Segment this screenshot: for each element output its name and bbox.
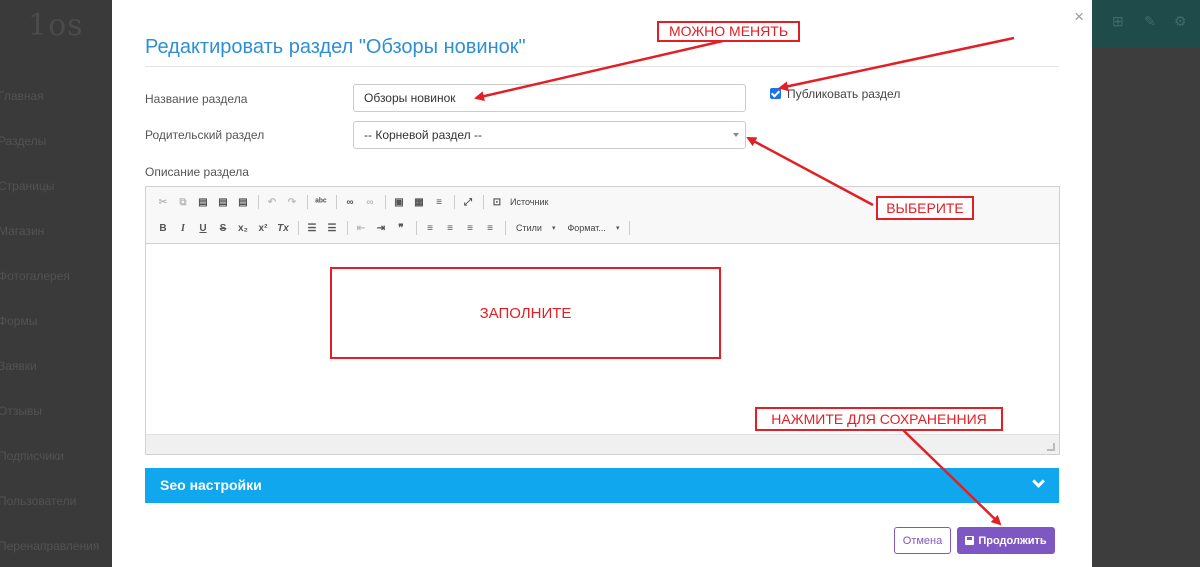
subscript-icon[interactable]: x₂ [234, 219, 252, 237]
indent-icon[interactable]: ⇥ [372, 219, 390, 237]
align-justify-icon[interactable]: ≡ [481, 219, 499, 237]
save-icon [965, 536, 975, 545]
copy-icon[interactable]: ⧉ [174, 193, 192, 211]
paste-text-icon[interactable]: ▤ [214, 193, 232, 211]
toolbar-separator [258, 195, 259, 209]
remove-format-icon[interactable]: Tx [274, 219, 292, 237]
format-dropdown-label: Формат... [567, 223, 606, 233]
blockquote-icon[interactable]: ❞ [392, 219, 410, 237]
annotation-choose: ВЫБЕРИТЕ [876, 196, 974, 220]
background-logo: 1os [28, 8, 84, 43]
link-icon[interactable]: ∞ [341, 193, 359, 211]
description-label: Описание раздела [145, 165, 249, 179]
toolbar-separator [336, 195, 337, 209]
cut-icon[interactable]: ✂ [154, 193, 172, 211]
chevron-down-icon: ▾ [551, 225, 556, 232]
underline-icon[interactable]: U [194, 219, 212, 237]
background-topbar: ⊞ ✎ ⚙ [1092, 0, 1200, 48]
chevron-down-icon: ▾ [615, 225, 620, 232]
maximize-icon[interactable]: ⤢ [459, 193, 477, 211]
chevron-down-icon [1032, 475, 1045, 488]
editor-statusbar [146, 434, 1059, 454]
background-menu-item: Отзывы [0, 404, 42, 418]
toolbar-separator [298, 221, 299, 235]
toolbar-separator [629, 221, 631, 235]
resize-grip-icon[interactable] [1047, 443, 1055, 451]
spellcheck-icon[interactable]: ᵃᵇᶜ [312, 193, 330, 211]
superscript-icon[interactable]: x² [254, 219, 272, 237]
background-menu-item: Формы [0, 314, 38, 328]
chevron-down-icon [733, 133, 739, 137]
parent-section-select[interactable]: -- Корневой раздел -- [353, 121, 746, 149]
align-left-icon[interactable]: ≡ [421, 219, 439, 237]
undo-icon[interactable]: ↶ [263, 193, 281, 211]
unlink-icon[interactable]: ∞ [361, 193, 379, 211]
align-right-icon[interactable]: ≡ [461, 219, 479, 237]
sitemap-icon: ⊞ [1112, 13, 1124, 29]
section-name-label: Название раздела [145, 92, 248, 106]
section-name-input[interactable]: Обзоры новинок [353, 84, 746, 112]
background-menu-item: Фотогалерея [0, 269, 70, 283]
seo-settings-label: Seo настройки [160, 477, 262, 493]
redo-icon[interactable]: ↷ [283, 193, 301, 211]
cancel-button[interactable]: Отмена [894, 527, 951, 554]
parent-section-value: -- Корневой раздел -- [364, 128, 482, 142]
annotation-fill: ЗАПОЛНИТЕ [330, 267, 721, 359]
paste-word-icon[interactable]: ▤ [234, 193, 252, 211]
source-icon[interactable]: ⊡ [488, 193, 506, 211]
modal-title: Редактировать раздел "Обзоры новинок" [145, 36, 526, 58]
toolbar-separator [385, 195, 386, 209]
background-sidebar: 1os Главная Разделы Страницы Магазин Фотогал… [0, 0, 112, 567]
background-menu-item: Страницы [0, 179, 55, 193]
styles-dropdown[interactable]: Стили ▾ [510, 223, 561, 233]
publish-checkbox[interactable] [770, 88, 781, 99]
background-menu-item: Заявки [0, 359, 37, 373]
toolbar-separator [347, 221, 348, 235]
close-icon[interactable]: × [1074, 8, 1084, 25]
continue-button-label: Продолжить [978, 534, 1047, 547]
annotation-press-to-save: НАЖМИТЕ ДЛЯ СОХРАНЕННИЯ [755, 407, 1003, 431]
publish-label: Публиковать раздел [787, 87, 901, 101]
bulleted-list-icon[interactable]: ☰ [323, 219, 341, 237]
strikethrough-icon[interactable]: S [214, 219, 232, 237]
background-menu-item: Перенаправления [0, 539, 100, 553]
horizontal-rule-icon[interactable]: ≡ [430, 193, 448, 211]
source-button-label[interactable]: Источник [510, 197, 548, 207]
continue-button[interactable]: Продолжить [957, 527, 1055, 554]
numbered-list-icon[interactable]: ☰ [303, 219, 321, 237]
styles-dropdown-label: Стили [516, 223, 542, 233]
settings-icon: ⚙ [1174, 13, 1187, 29]
background-menu-item: Подписчики [0, 449, 65, 463]
user-settings-icon: ✎ [1144, 13, 1156, 29]
parent-section-label: Родительский раздел [145, 128, 265, 142]
image-icon[interactable]: ▣ [390, 193, 408, 211]
background-menu-item: Разделы [0, 134, 47, 148]
table-icon[interactable]: ▦ [410, 193, 428, 211]
title-divider [145, 66, 1059, 67]
background-menu-item: Главная [0, 89, 44, 103]
annotation-can-change: МОЖНО МЕНЯТЬ [657, 21, 800, 42]
background-menu-item: Магазин [0, 224, 45, 238]
paste-icon[interactable]: ▤ [194, 193, 212, 211]
background-menu-item: Пользователи [0, 494, 77, 508]
outdent-icon[interactable]: ⇤ [352, 219, 370, 237]
align-center-icon[interactable]: ≡ [441, 219, 459, 237]
format-dropdown[interactable]: Формат... ▾ [561, 223, 625, 233]
seo-settings-accordion[interactable]: Seo настройки [145, 468, 1059, 503]
italic-icon[interactable]: I [174, 219, 192, 237]
toolbar-separator [307, 195, 308, 209]
bold-icon[interactable]: B [154, 219, 172, 237]
toolbar-separator [505, 221, 506, 235]
background-content [1092, 48, 1200, 567]
toolbar-separator [483, 195, 484, 209]
toolbar-separator [416, 221, 417, 235]
toolbar-separator [454, 195, 455, 209]
